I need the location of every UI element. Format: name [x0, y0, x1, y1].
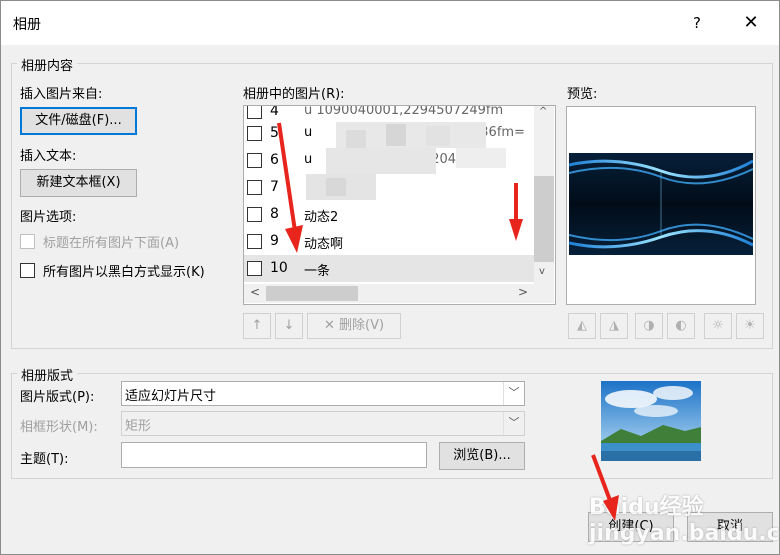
contrast-down-icon: ◐: [675, 318, 687, 333]
move-up-button[interactable]: ↑: [243, 313, 271, 339]
scroll-corner: [534, 284, 554, 303]
theme-label: 主题(T):: [20, 452, 69, 467]
scroll-up-icon[interactable]: ^: [539, 106, 547, 117]
annotation-arrow-icon: [277, 122, 303, 253]
preview-label: 预览:: [567, 87, 598, 102]
scroll-left-icon[interactable]: <: [250, 285, 260, 299]
list-item-checkbox[interactable]: [247, 106, 262, 119]
rotate-right-button[interactable]: ◮: [600, 313, 628, 339]
frame-shape-value: 矩形: [125, 419, 152, 434]
blurred-filenames: [306, 120, 516, 202]
layout-thumbnail-image: [601, 381, 701, 461]
contrast-up-icon: ◑: [643, 318, 655, 333]
browse-button[interactable]: 浏览(B)...: [439, 442, 525, 470]
vertical-scroll-thumb[interactable]: [534, 176, 554, 262]
move-down-button[interactable]: ↓: [275, 313, 303, 339]
list-item-number: 10: [270, 260, 288, 276]
annotation-arrow-icon: [509, 183, 523, 241]
file-disk-button[interactable]: 文件/磁盘(F)...: [20, 107, 137, 135]
list-item-name: u 1090040001,2294507249fm: [304, 105, 504, 118]
brightness-down-button[interactable]: ☀: [736, 313, 764, 339]
arrow-down-icon: ↓: [283, 318, 295, 333]
captions-label: 标题在所有图片下面(A): [43, 236, 180, 251]
scroll-down-icon[interactable]: v: [539, 266, 545, 277]
contrast-down-button[interactable]: ◐: [667, 313, 695, 339]
preview-pane: [566, 106, 756, 305]
list-item-checkbox[interactable]: [247, 180, 262, 195]
picture-options-label: 图片选项:: [20, 210, 77, 225]
theme-input[interactable]: [121, 442, 427, 468]
brightness-down-icon: ☀: [744, 318, 756, 333]
horizontal-scroll-thumb[interactable]: [266, 286, 358, 301]
new-textbox-button[interactable]: 新建文本框(X): [20, 169, 137, 197]
dialog-title: 相册: [13, 17, 41, 33]
insert-from-label: 插入图片来自:: [20, 87, 103, 102]
preview-image: [569, 153, 753, 255]
frame-shape-select[interactable]: 矩形 ﹀: [121, 411, 525, 436]
black-white-checkbox[interactable]: [20, 263, 35, 278]
contrast-up-button[interactable]: ◑: [635, 313, 663, 339]
album-content-label: 相册内容: [17, 55, 78, 74]
remove-x-icon: ✕: [323, 318, 335, 333]
remove-label: 删除(V): [339, 318, 385, 333]
vertical-scrollbar[interactable]: ^ v: [534, 106, 554, 284]
brightness-up-button[interactable]: ☼: [704, 313, 732, 339]
list-item-checkbox[interactable]: [247, 153, 262, 168]
title-bar: 相册 ? ✕: [1, 1, 779, 45]
list-item-checkbox[interactable]: [247, 234, 262, 249]
insert-text-label: 插入文本:: [20, 149, 77, 164]
list-item-checkbox[interactable]: [247, 207, 262, 222]
captions-checkbox[interactable]: [20, 234, 35, 249]
photo-album-dialog: 相册 ? ✕ 相册内容 插入图片来自: 文件/磁盘(F)... 插入文本: 新建…: [0, 0, 780, 555]
list-item-selected[interactable]: 10 一条: [244, 255, 534, 282]
picture-layout-value: 适应幻灯片尺寸: [125, 389, 217, 404]
brightness-up-icon: ☼: [712, 318, 724, 333]
list-item-name: 一条: [304, 264, 331, 279]
horizontal-scrollbar[interactable]: < >: [244, 284, 534, 303]
chevron-down-icon: ﹀: [503, 382, 524, 405]
rotate-left-icon: ◭: [577, 318, 587, 333]
list-item-checkbox[interactable]: [247, 126, 262, 141]
list-item-checkbox[interactable]: [247, 261, 262, 276]
scroll-right-icon[interactable]: >: [518, 285, 528, 299]
remove-button[interactable]: ✕ 删除(V): [307, 313, 401, 339]
pictures-list-label: 相册中的图片(R):: [243, 87, 345, 102]
arrow-up-icon: ↑: [251, 318, 263, 333]
album-layout-label: 相册版式: [17, 365, 78, 384]
list-item-number: 4: [270, 105, 279, 119]
close-button[interactable]: ✕: [739, 11, 763, 35]
picture-layout-label: 图片版式(P):: [20, 390, 95, 405]
rotate-left-button[interactable]: ◭: [568, 313, 596, 339]
black-white-label: 所有图片以黑白方式显示(K): [43, 265, 205, 280]
chevron-down-icon: ﹀: [503, 412, 524, 435]
frame-shape-label: 相框形状(M):: [20, 420, 98, 435]
rotate-right-icon: ◮: [609, 318, 619, 333]
help-button[interactable]: ?: [685, 11, 709, 35]
picture-layout-select[interactable]: 适应幻灯片尺寸 ﹀: [121, 381, 525, 406]
annotation-arrow-icon: [591, 454, 619, 521]
